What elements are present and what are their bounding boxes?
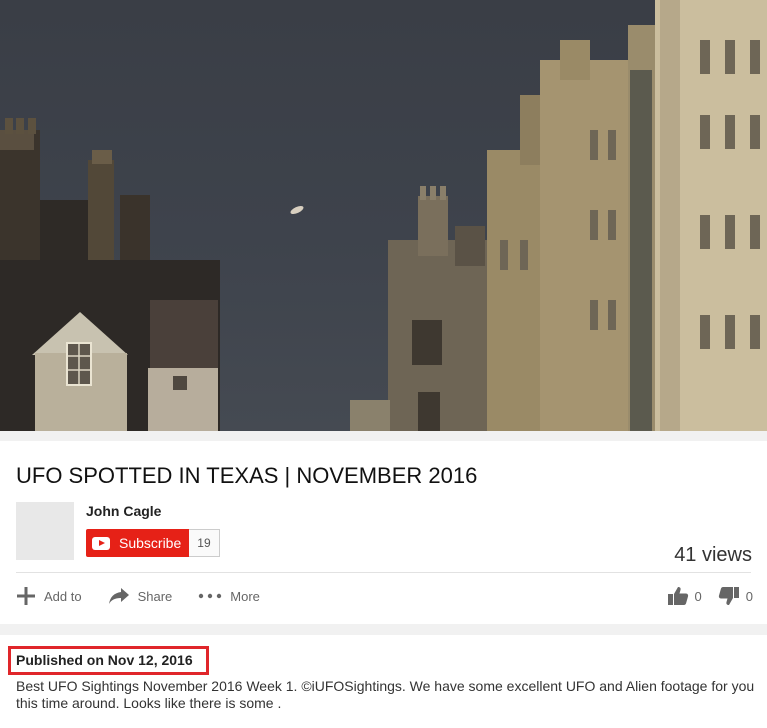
video-title: UFO SPOTTED IN TEXAS | NOVEMBER 2016 [16, 463, 478, 488]
video-still-image [0, 0, 767, 431]
share-arrow-icon [108, 587, 130, 605]
youtube-play-icon [92, 536, 110, 550]
description-text: Best UFO Sightings November 2016 Week 1.… [16, 678, 755, 711]
subscriber-count: 19 [189, 529, 220, 557]
add-to-label: Add to [44, 588, 82, 604]
divider [16, 572, 751, 573]
plus-icon [16, 586, 36, 606]
subscribe-label: Subscribe [119, 535, 182, 551]
like-button[interactable]: 0 [667, 586, 702, 606]
more-dots-icon [198, 593, 222, 599]
dislike-button[interactable]: 0 [718, 586, 753, 606]
share-label: Share [137, 588, 173, 604]
add-to-button[interactable]: Add to [16, 586, 82, 606]
like-dislike-bar: 0 0 [651, 586, 753, 606]
thumbs-up-icon [667, 587, 688, 605]
description-card: Published on Nov 12, 2016 Best UFO Sight… [0, 635, 767, 728]
subscribe-widget: Subscribe 19 [86, 529, 220, 557]
share-button[interactable]: Share [108, 587, 173, 605]
like-count: 0 [694, 588, 702, 604]
video-player[interactable] [0, 0, 767, 431]
published-date: Published on Nov 12, 2016 [8, 646, 209, 675]
more-label: More [230, 588, 260, 604]
channel-name-link[interactable]: John Cagle [86, 503, 161, 519]
action-bar: Add to Share More [16, 586, 286, 606]
channel-avatar[interactable] [16, 502, 74, 560]
more-button[interactable]: More [198, 589, 260, 604]
view-count: 41 views [674, 544, 752, 566]
thumbs-down-icon [718, 587, 739, 605]
video-info-card: UFO SPOTTED IN TEXAS | NOVEMBER 2016 Joh… [0, 441, 767, 624]
dislike-count: 0 [745, 588, 753, 604]
subscribe-button[interactable]: Subscribe [86, 529, 190, 557]
